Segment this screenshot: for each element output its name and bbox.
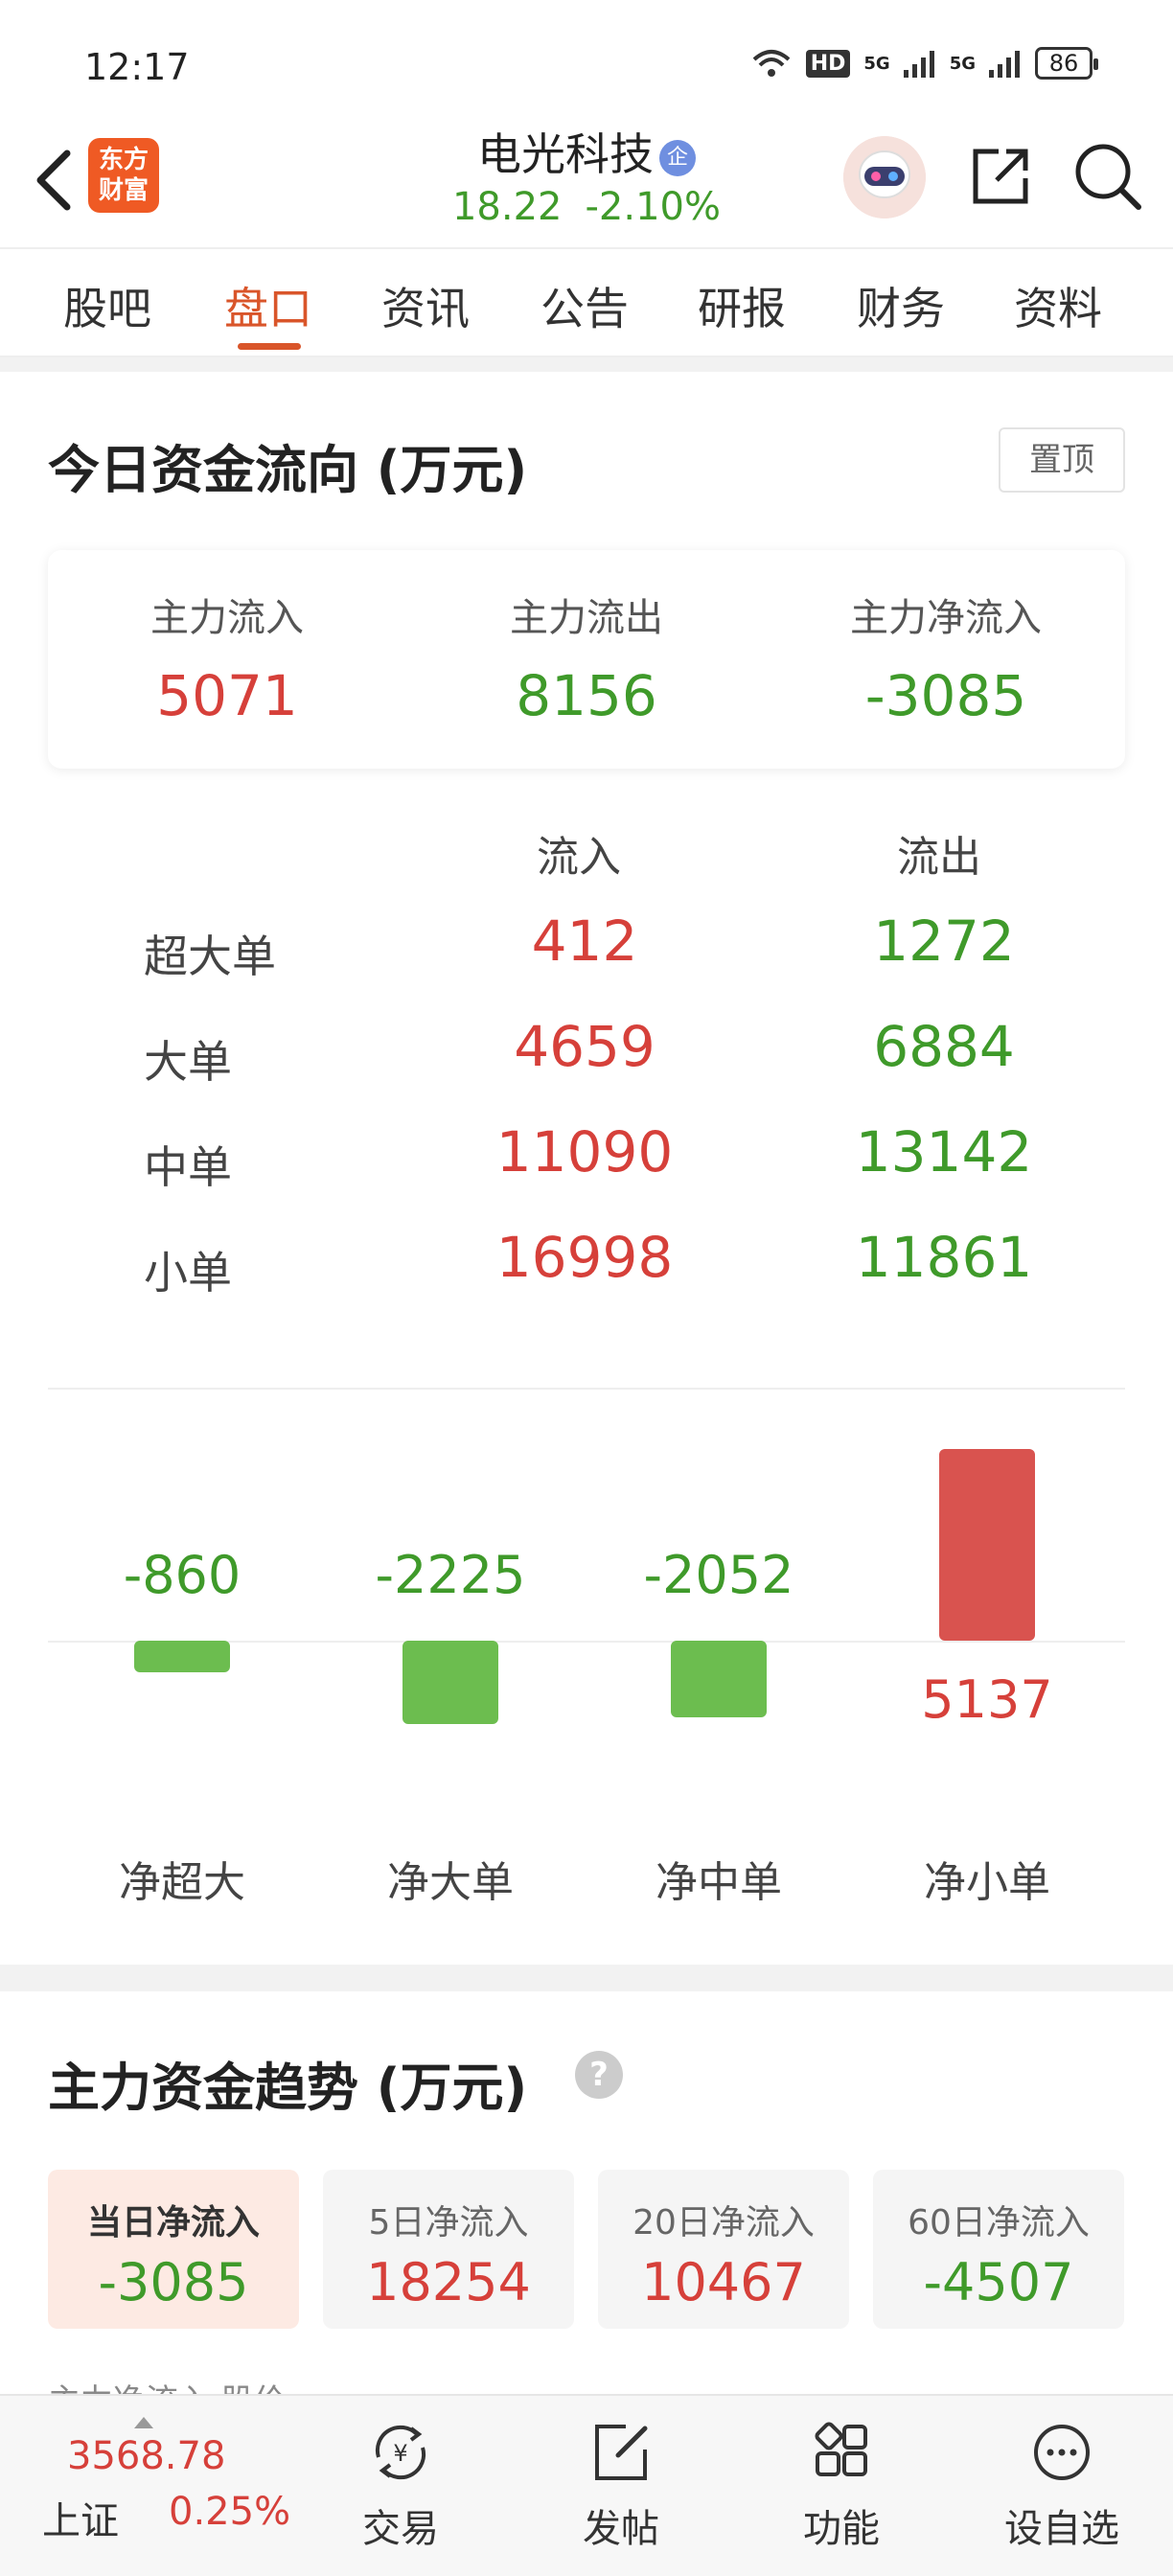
chart-category-label: 净小单 [924,1858,1050,1907]
chart-value-label: -860 [123,1545,242,1605]
status-icons: HD 5G 5G 86 [750,46,1098,80]
help-icon[interactable]: ? [575,2051,623,2099]
tab-guba[interactable]: 股吧 [63,274,151,337]
index-name[interactable]: 上证 [42,2490,119,2545]
signal-icon-2 [989,51,1020,78]
edit-post-icon [595,2425,648,2480]
stock-header: 东方 财富 电光科技企 18.22 -2.10% [0,125,1173,247]
chart-category-label: 净中单 [656,1858,782,1907]
tab-announcements[interactable]: 公告 [540,274,629,337]
signal-icon [903,51,934,78]
more-dots-icon [1034,2425,1090,2480]
chart-bar [402,1641,498,1724]
chart-bar [134,1641,230,1673]
status-bar: 12:17 HD 5G 5G 86 [0,0,1173,125]
trend-title: 主力资金趋势 (万元) [48,2058,528,2118]
search-icon[interactable] [1071,140,1144,213]
network-5g-label: 5G [863,53,890,74]
trend-box-20d[interactable]: 20日净流入 10467 [598,2170,849,2329]
chart-category-label: 净大单 [387,1858,514,1907]
index-value[interactable]: 3568.78 [67,2434,225,2478]
enterprise-badge: 企 [659,140,696,176]
tab-pankou[interactable]: 盘口 [224,274,312,337]
yuan-exchange-icon: ¥ [375,2425,426,2480]
active-tab-indicator [238,343,301,350]
battery-icon: 86 [1035,47,1098,80]
chart-value-label: 5137 [921,1669,1053,1730]
tab-news[interactable]: 资讯 [381,274,470,337]
chart-bar [671,1641,767,1717]
stock-change-pct: -2.10% [585,185,722,229]
net-flow-bar-chart: -860 净超大 -2225 净大单 -2052 净中单 5137 净小单 [0,372,1173,1965]
wifi-icon [752,50,791,77]
tab-research[interactable]: 研报 [698,274,786,337]
nav-post[interactable]: 发帖 [544,2419,698,2553]
ai-assistant-robot-icon[interactable] [843,136,926,218]
nav-add-watchlist[interactable]: 设自选 [985,2419,1138,2553]
trend-box-5d[interactable]: 5日净流入 18254 [323,2170,574,2329]
chart-bar [939,1449,1035,1641]
tab-finance[interactable]: 财务 [857,274,945,337]
tab-profile[interactable]: 资料 [1014,274,1102,337]
nav-functions[interactable]: 功能 [765,2419,918,2553]
chart-category-label: 净超大 [119,1858,245,1907]
hd-badge: HD [805,49,851,78]
share-icon[interactable] [966,142,1035,211]
expand-caret-icon[interactable] [134,2417,153,2428]
stock-price: 18.22 [451,185,563,229]
bottom-bar: 3568.78 上证 0.25% ¥ 交易 发帖 功能 设自选 [0,2394,1173,2576]
tab-bar: 股吧 盘口 资讯 公告 研报 财务 资料 [0,247,1173,357]
network-5g-label-2: 5G [949,53,976,74]
trend-box-60d[interactable]: 60日净流入 -4507 [873,2170,1124,2329]
index-change[interactable]: 0.25% [169,2490,290,2534]
fund-flow-card: 今日资金流向 (万元) 置顶 主力流入 5071 主力流出 8156 主力净流入… [0,372,1173,1965]
trend-box-today[interactable]: 当日净流入 -3085 [48,2170,299,2329]
main-fund-trend-card: 主力资金趋势 (万元) ? 当日净流入 -3085 5日净流入 18254 20… [0,1991,1173,2421]
grid-function-icon [815,2422,867,2476]
nav-trade[interactable]: ¥ 交易 [324,2419,477,2553]
chart-value-label: -2225 [375,1545,526,1605]
status-time: 12:17 [84,46,190,88]
chart-value-label: -2052 [643,1545,794,1605]
svg-text:¥: ¥ [393,2440,407,2467]
